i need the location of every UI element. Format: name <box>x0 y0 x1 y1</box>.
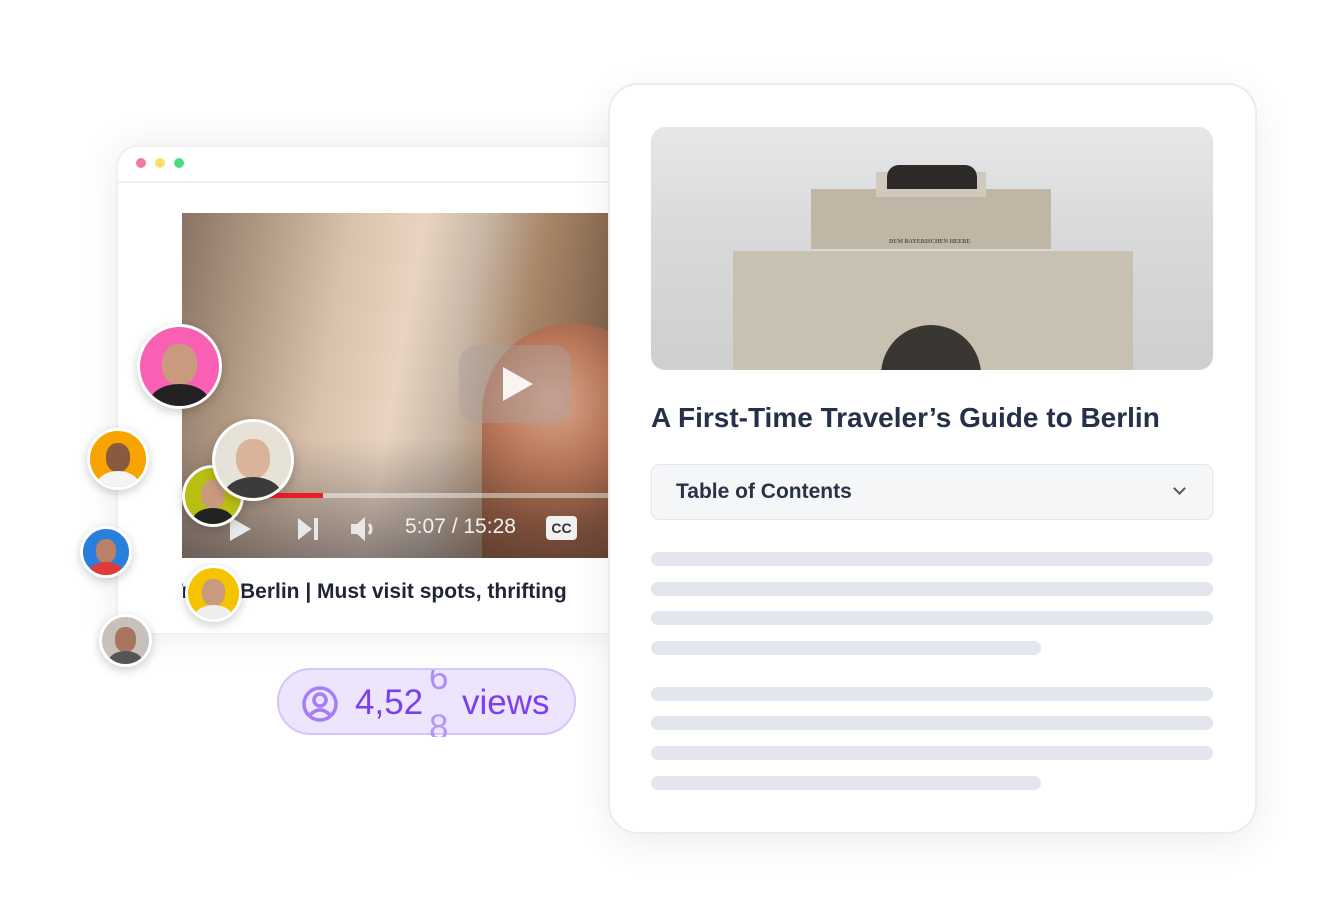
skeleton-line <box>651 641 1041 655</box>
views-count: 4,52 <box>355 683 424 722</box>
play-overlay-button[interactable] <box>459 345 571 423</box>
skeleton-line <box>651 746 1213 760</box>
views-rolling-digit: 6 8 <box>429 670 449 737</box>
chevron-down-icon <box>1173 482 1186 495</box>
article-title: A First-Time Traveler’s Guide to Berlin <box>651 402 1160 433</box>
article-hero-image: DEM BAYERISCHEN HEERE <box>651 127 1213 370</box>
viewer-avatar <box>80 526 132 578</box>
viewer-avatar <box>212 419 294 501</box>
viewer-avatar <box>87 428 149 490</box>
skeleton-line <box>651 716 1213 730</box>
skeleton-line <box>651 552 1213 566</box>
table-of-contents-dropdown[interactable]: Table of Contents <box>651 464 1213 520</box>
video-time: 5:07 / 15:28 <box>405 515 516 538</box>
captions-button[interactable]: CC <box>546 516 577 540</box>
user-circle-icon <box>302 686 338 722</box>
minimize-dot[interactable] <box>155 158 165 168</box>
hero-inscription: DEM BAYERISCHEN HEERE <box>889 239 971 245</box>
viewer-avatar <box>137 324 222 409</box>
toc-label: Table of Contents <box>676 480 852 503</box>
skeleton-line <box>651 611 1213 625</box>
skeleton-line <box>651 687 1213 701</box>
volume-icon[interactable] <box>350 516 376 542</box>
maximize-dot[interactable] <box>174 158 184 168</box>
window-titlebar <box>118 147 634 183</box>
video-title[interactable]: Trip to Berlin | Must visit spots, thrif… <box>182 580 608 610</box>
skeleton-line <box>651 776 1041 790</box>
viewer-avatar <box>185 565 242 622</box>
views-label: views <box>462 683 550 722</box>
viewer-avatar <box>99 614 152 667</box>
quadriga-statue <box>887 165 977 189</box>
views-badge: 4,52 6 8 views <box>277 668 576 737</box>
close-dot[interactable] <box>136 158 146 168</box>
skip-next-icon[interactable] <box>297 517 321 541</box>
skeleton-line <box>651 582 1213 596</box>
